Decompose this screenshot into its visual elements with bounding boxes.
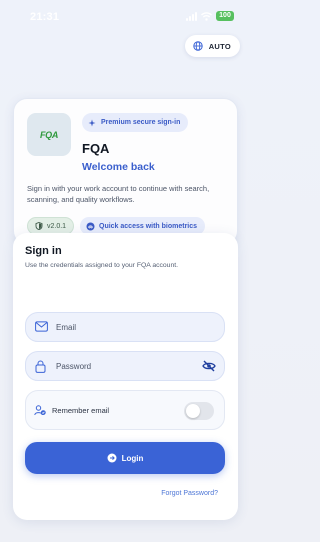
signal-icon (186, 11, 197, 21)
email-field[interactable] (25, 312, 225, 342)
fingerprint-icon (86, 222, 95, 230)
premium-badge-label: Premium secure sign-in (101, 119, 181, 126)
globe-icon (192, 41, 203, 51)
remember-email-toggle[interactable] (184, 402, 214, 420)
shield-icon (35, 222, 43, 230)
password-input[interactable] (56, 352, 196, 380)
login-button-label: Login (121, 453, 144, 463)
language-auto-label: AUTO (208, 41, 231, 51)
hero-description: Sign in with your work account to contin… (27, 184, 210, 204)
wifi-icon (201, 11, 212, 21)
password-field[interactable] (25, 351, 225, 381)
email-input[interactable] (56, 313, 196, 341)
eye-off-icon[interactable] (202, 360, 216, 372)
signin-title: Sign in (25, 245, 62, 257)
app-name: FQA (82, 141, 110, 156)
battery-indicator: 100 (216, 11, 234, 21)
signin-card: Sign in Use the credentials assigned to … (13, 233, 238, 520)
user-shield-icon (34, 405, 46, 416)
hero-card: FQA Premium secure sign-in FQA Welcome b… (13, 98, 238, 245)
sparkle-icon (88, 119, 96, 126)
premium-badge: Premium secure sign-in (82, 113, 189, 132)
status-icons: 100 (186, 11, 234, 21)
status-bar: 21:31 100 (0, 0, 250, 34)
status-time: 21:31 (30, 11, 60, 23)
login-button[interactable]: Login (25, 442, 225, 474)
version-label: v2.0.1 (47, 222, 67, 230)
signin-subtitle: Use the credentials assigned to your FQA… (25, 262, 179, 269)
app-logo: FQA (27, 113, 71, 156)
logo-text: FQA (39, 129, 59, 140)
toggle-knob (186, 404, 200, 418)
lock-icon (35, 360, 46, 373)
remember-email-label: Remember email (52, 406, 110, 415)
mail-icon (35, 321, 48, 332)
welcome-heading: Welcome back (82, 161, 155, 173)
language-auto-button[interactable]: AUTO (184, 35, 240, 57)
remember-email-row: Remember email (25, 390, 225, 430)
login-arrow-icon (107, 453, 117, 463)
forgot-password-link[interactable]: Forgot Password? (161, 490, 218, 497)
biometrics-label: Quick access with biometrics (99, 222, 198, 230)
